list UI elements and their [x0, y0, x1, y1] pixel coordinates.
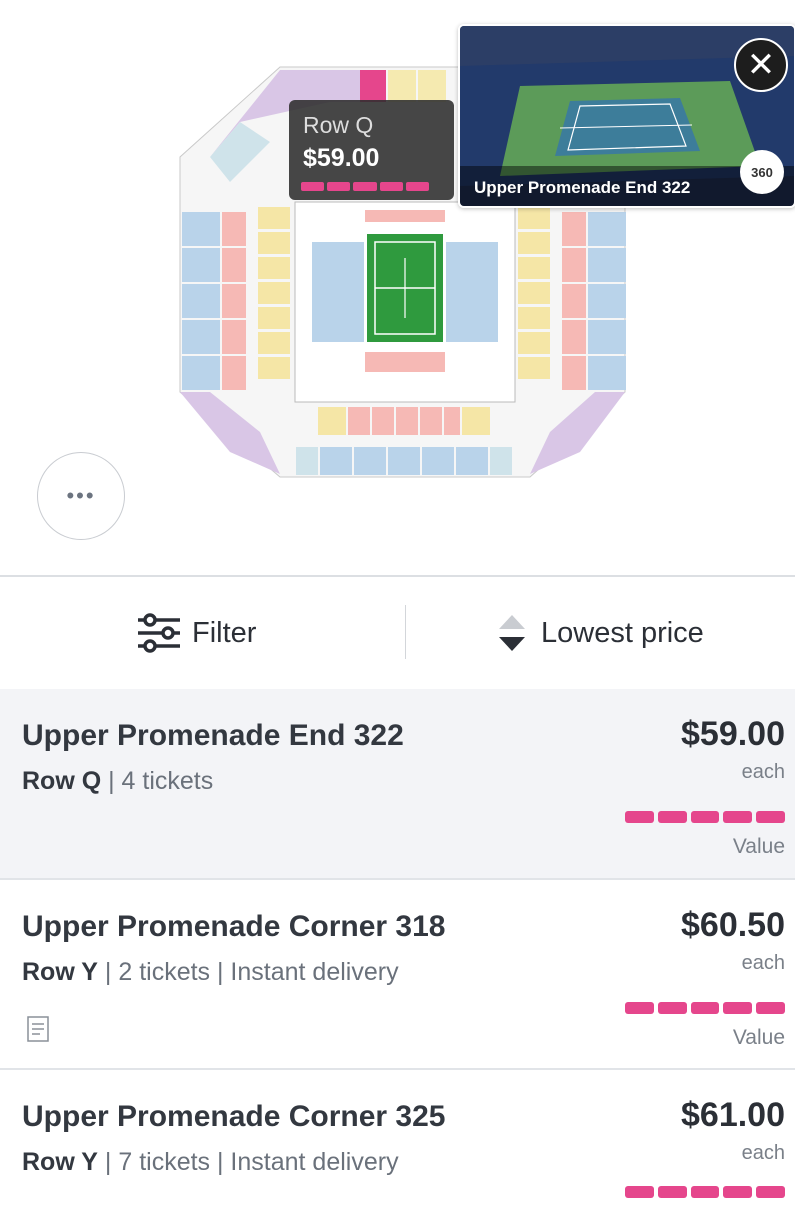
- listing-section-name: Upper Promenade Corner 318: [22, 910, 446, 943]
- document-icon: [27, 1016, 49, 1042]
- filter-button[interactable]: Filter: [136, 607, 256, 659]
- tooltip-row: Row Q: [303, 112, 374, 138]
- seat-map[interactable]: Row Q $59.00 Upper Promenade End 322 ✕ 3…: [0, 0, 795, 575]
- top-upper-sections[interactable]: [330, 70, 446, 102]
- listing-meta: Row Y | 2 tickets | Instant delivery: [22, 958, 399, 987]
- sort-label: Lowest price: [541, 616, 704, 649]
- listing-section-name: Upper Promenade End 322: [22, 719, 404, 752]
- listing-details: | 4 tickets: [101, 767, 214, 795]
- sort-icon: [499, 615, 525, 651]
- listing-meta: Row Q | 4 tickets: [22, 767, 213, 796]
- listing-price: $61.00: [681, 1096, 785, 1134]
- close-icon: ✕: [746, 46, 776, 84]
- listing-item[interactable]: Upper Promenade Corner 325 Row Y | 7 tic…: [0, 1070, 795, 1210]
- bottom-upper-sections[interactable]: [296, 447, 512, 475]
- listing-price-unit: each: [741, 952, 785, 974]
- value-rating-bar: [625, 1002, 785, 1014]
- section-tooltip: Row Q $59.00: [289, 100, 454, 200]
- tooltip-value-bar: [301, 182, 430, 191]
- listing-meta: Row Y | 7 tickets | Instant delivery: [22, 1148, 399, 1177]
- rotate-360-icon: 360: [751, 164, 773, 180]
- value-label: Value: [732, 835, 785, 858]
- listing-details: | 7 tickets | Instant delivery: [97, 1148, 399, 1176]
- ellipsis-icon: •••: [66, 483, 96, 508]
- view-360-button[interactable]: 360: [740, 150, 784, 194]
- listing-row: Row Q: [22, 767, 102, 795]
- tennis-court: [367, 234, 443, 342]
- value-label: Value: [732, 1026, 785, 1049]
- listing-row: Row Y: [22, 1148, 98, 1176]
- value-rating-bar: [625, 811, 785, 823]
- listing-item[interactable]: Upper Promenade End 322 Row Q | 4 ticket…: [0, 689, 795, 880]
- value-rating-bar: [625, 1186, 785, 1198]
- close-preview-button[interactable]: ✕: [734, 38, 788, 92]
- more-options-button[interactable]: •••: [37, 452, 125, 540]
- view-from-seat-preview[interactable]: Upper Promenade End 322 ✕ 360: [458, 24, 795, 208]
- listing-toolbar: Filter Lowest price: [0, 575, 795, 691]
- listing-price: $59.00: [681, 715, 785, 753]
- preview-caption: Upper Promenade End 322: [474, 178, 691, 197]
- listing-section-name: Upper Promenade Corner 325: [22, 1100, 446, 1133]
- left-upper-sections[interactable]: [182, 212, 246, 390]
- tooltip-price: $59.00: [303, 144, 380, 172]
- listing-price: $60.50: [681, 906, 785, 944]
- listing-row: Row Y: [22, 958, 98, 986]
- filter-label: Filter: [192, 616, 257, 649]
- listing-details: | 2 tickets | Instant delivery: [97, 958, 399, 986]
- toolbar-divider: [405, 605, 406, 659]
- sort-button[interactable]: Lowest price: [497, 607, 704, 659]
- listing-item[interactable]: Upper Promenade Corner 318 Row Y | 2 tic…: [0, 880, 795, 1070]
- right-upper-sections[interactable]: [562, 212, 626, 390]
- sliders-icon: [138, 613, 180, 653]
- listing-price-unit: each: [741, 1142, 785, 1164]
- listing-price-unit: each: [741, 761, 785, 783]
